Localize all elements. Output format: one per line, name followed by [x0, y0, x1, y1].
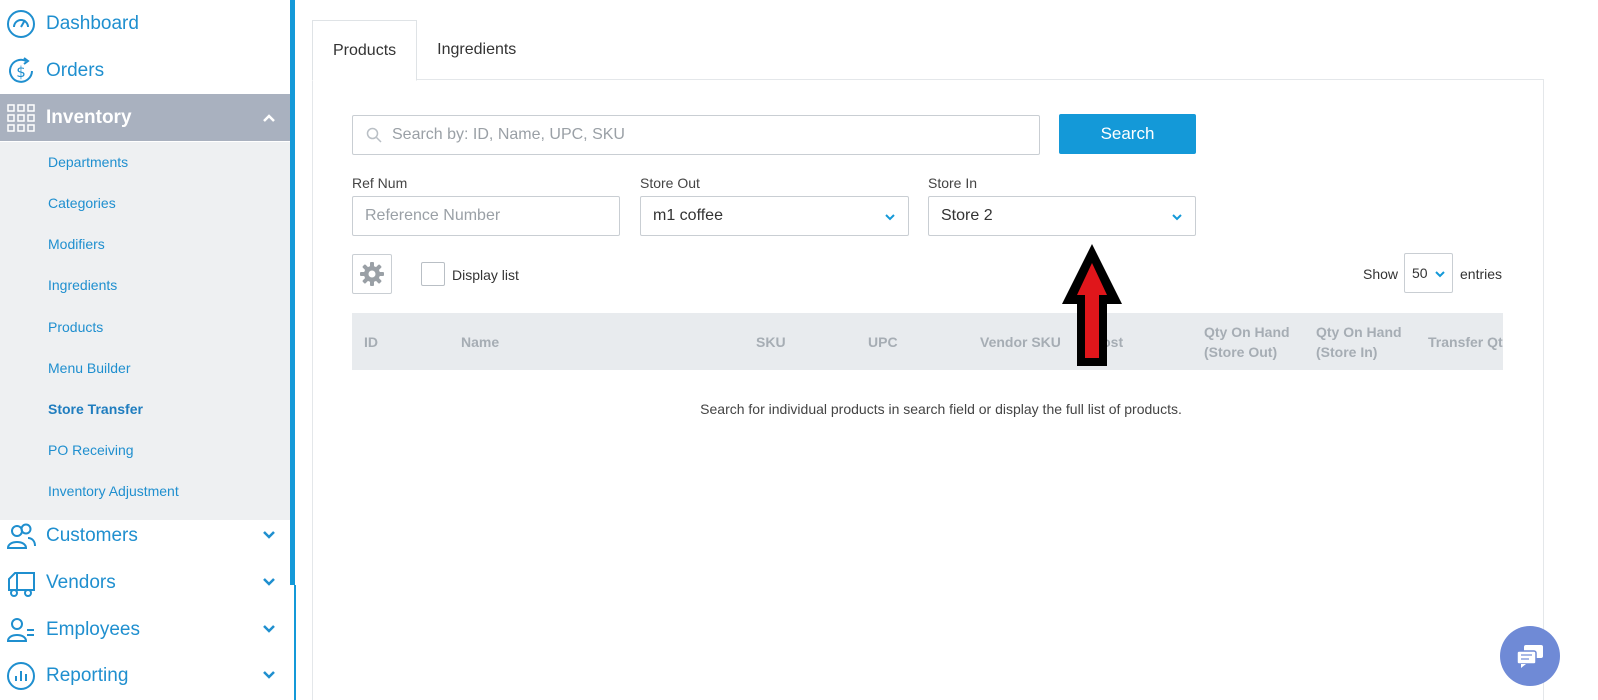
table-header: ID Name SKU UPC Vendor SKU Cost Qty On H…: [352, 313, 1503, 370]
chevron-down-icon: [263, 578, 275, 586]
nav-reporting-label: Reporting: [46, 665, 129, 686]
ref-num-input[interactable]: [365, 207, 619, 225]
store-out-select[interactable]: m1 coffee: [640, 196, 909, 236]
col-qty-store-out-line2: (Store Out): [1204, 344, 1278, 360]
store-out-value: m1 coffee: [653, 207, 723, 224]
gauge-icon: [5, 8, 37, 40]
search-icon: [366, 127, 382, 143]
sub-ingredients[interactable]: Ingredients: [48, 277, 117, 293]
column-settings-button[interactable]: [352, 254, 392, 294]
chat-button[interactable]: [1500, 626, 1560, 686]
nav-vendors[interactable]: Vendors: [0, 559, 290, 607]
grid-icon: [5, 102, 37, 134]
ref-num-field: [352, 196, 620, 236]
tab-bar: Products Ingredients: [312, 20, 536, 81]
sub-modifiers[interactable]: Modifiers: [48, 236, 105, 252]
chevron-down-icon: [263, 531, 275, 539]
col-transfer-qty[interactable]: Transfer Qty: [1428, 332, 1503, 352]
nav-inventory-label: Inventory: [46, 106, 132, 128]
entries-label: entries: [1460, 266, 1503, 282]
sub-products[interactable]: Products: [48, 319, 103, 335]
nav-orders[interactable]: $ Orders: [0, 47, 290, 95]
col-qty-store-in[interactable]: Qty On Hand (Store In): [1316, 322, 1402, 362]
ref-num-label: Ref Num: [352, 175, 408, 191]
store-out-label: Store Out: [640, 175, 700, 191]
sidebar-scrollbar[interactable]: [294, 585, 296, 700]
chevron-down-icon: [263, 671, 275, 679]
tab-products[interactable]: Products: [312, 20, 418, 81]
chat-icon: [1516, 645, 1543, 668]
nav-customers-label: Customers: [46, 525, 138, 546]
search-box: [352, 115, 1040, 155]
sub-departments[interactable]: Departments: [48, 154, 128, 170]
gear-icon: [360, 262, 384, 286]
search-button[interactable]: Search: [1059, 114, 1196, 154]
sidebar-accent-bar: [290, 0, 295, 585]
sub-menu-builder[interactable]: Menu Builder: [48, 360, 131, 376]
col-id[interactable]: ID: [364, 332, 378, 352]
sub-inventory-adjustment[interactable]: Inventory Adjustment: [48, 483, 179, 499]
nav-dashboard[interactable]: Dashboard: [0, 0, 290, 48]
col-qty-store-out-line1: Qty On Hand: [1204, 324, 1290, 340]
empty-table-message: Search for individual products in search…: [700, 401, 1182, 417]
nav-customers[interactable]: Customers: [0, 512, 290, 560]
col-vendor-sku[interactable]: Vendor SKU: [980, 332, 1061, 352]
nav-reporting[interactable]: Reporting: [0, 652, 290, 700]
svg-text:$: $: [16, 63, 26, 81]
store-in-select[interactable]: Store 2: [928, 196, 1196, 236]
dollar-cycle-icon: $: [5, 55, 37, 87]
sidebar: Dashboard $ Orders Inventory Departments…: [0, 0, 290, 700]
tab-ingredients[interactable]: Ingredients: [417, 20, 536, 80]
page-size-value: 50: [1412, 265, 1428, 281]
search-input[interactable]: [392, 117, 1039, 153]
annotation-arrow-icon: [1062, 244, 1122, 366]
chevron-down-icon: [1172, 214, 1182, 221]
sub-po-receiving[interactable]: PO Receiving: [48, 442, 134, 458]
display-list-checkbox[interactable]: [421, 262, 445, 286]
nav-orders-label: Orders: [46, 60, 105, 81]
chevron-down-icon: [885, 214, 895, 221]
store-in-value: Store 2: [941, 207, 993, 224]
chevron-down-icon: [263, 625, 275, 633]
truck-icon: [5, 567, 37, 599]
store-in-label: Store In: [928, 175, 978, 191]
sub-categories[interactable]: Categories: [48, 195, 116, 211]
show-label: Show: [1363, 266, 1399, 282]
col-qty-store-out[interactable]: Qty On Hand (Store Out): [1204, 322, 1290, 362]
users-icon: [5, 520, 37, 552]
sub-store-transfer[interactable]: Store Transfer: [48, 401, 143, 417]
display-list-label: Display list: [452, 267, 519, 283]
col-qty-store-in-line2: (Store In): [1316, 344, 1378, 360]
col-upc[interactable]: UPC: [868, 332, 898, 352]
col-name[interactable]: Name: [461, 332, 499, 352]
main-content: Products Ingredients Search Ref Num Stor…: [312, 0, 1598, 700]
page-size-select[interactable]: 50: [1404, 253, 1453, 293]
col-sku[interactable]: SKU: [756, 332, 786, 352]
inventory-submenu: Departments Categories Modifiers Ingredi…: [0, 142, 290, 520]
employees-icon: [5, 614, 37, 646]
chevron-down-icon: [1435, 271, 1445, 278]
chevron-up-icon: [263, 114, 275, 122]
tab-panel: [312, 79, 1544, 700]
col-qty-store-in-line1: Qty On Hand: [1316, 324, 1402, 340]
nav-dashboard-label: Dashboard: [46, 13, 139, 34]
nav-inventory[interactable]: Inventory: [0, 94, 290, 141]
nav-employees[interactable]: Employees: [0, 606, 290, 654]
nav-employees-label: Employees: [46, 619, 140, 640]
nav-vendors-label: Vendors: [46, 572, 116, 593]
chart-icon: [5, 660, 37, 692]
